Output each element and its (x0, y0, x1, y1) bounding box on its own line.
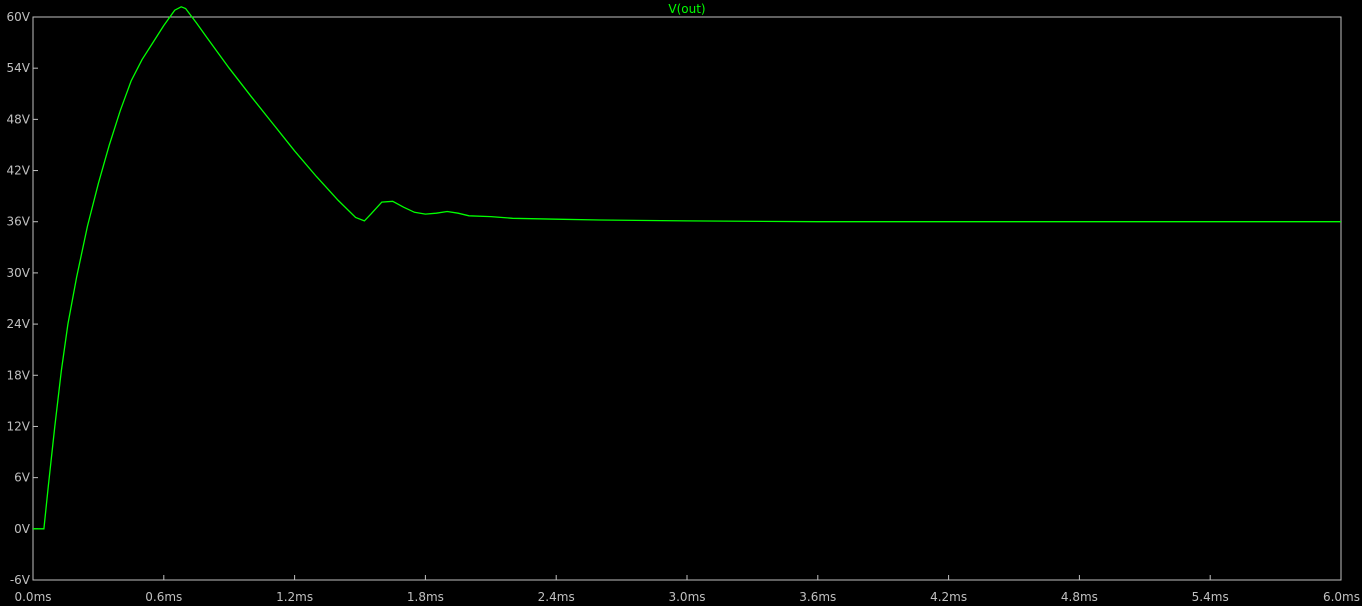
x-tick-label: 1.8ms (407, 590, 444, 604)
y-tick-label: 54V (7, 61, 31, 75)
y-tick-label: 18V (7, 368, 31, 382)
x-tick-label: 4.2ms (930, 590, 967, 604)
y-tick-label: 30V (7, 266, 31, 280)
y-tick-label: 36V (7, 215, 31, 229)
y-tick-label: 12V (7, 419, 31, 433)
x-tick-label: 6.0ms (1323, 590, 1360, 604)
chart-title: V(out) (668, 2, 705, 16)
y-tick-label: 0V (14, 522, 31, 536)
y-tick-label: 6V (14, 471, 31, 485)
y-tick-label: 42V (7, 164, 31, 178)
x-tick-label: 3.6ms (799, 590, 836, 604)
chart: V(out) -6V 0V 6V 12V 18V 24V 30V 36V 42V 48V 54V 60… (7, 2, 1360, 604)
x-tick-label: 0.6ms (145, 590, 182, 604)
x-tick-label: 3.0ms (668, 590, 705, 604)
x-tick-label: 1.2ms (276, 590, 313, 604)
x-axis: 0.0ms 0.6ms 1.2ms 1.8ms 2.4ms 3.0ms 3.6ms 4.2ms… (14, 575, 1360, 604)
y-tick-label: 60V (7, 10, 31, 24)
x-tick-label: 4.8ms (1061, 590, 1098, 604)
y-tick-label: 24V (7, 317, 31, 331)
x-tick-label: 5.4ms (1192, 590, 1229, 604)
series-line-vout (33, 6, 1341, 530)
y-tick-label: -6V (10, 573, 31, 587)
plot-frame (32, 16, 1342, 581)
y-tick-label: 48V (7, 112, 31, 126)
x-tick-label: 2.4ms (538, 590, 575, 604)
x-tick-label: 0.0ms (14, 590, 51, 604)
